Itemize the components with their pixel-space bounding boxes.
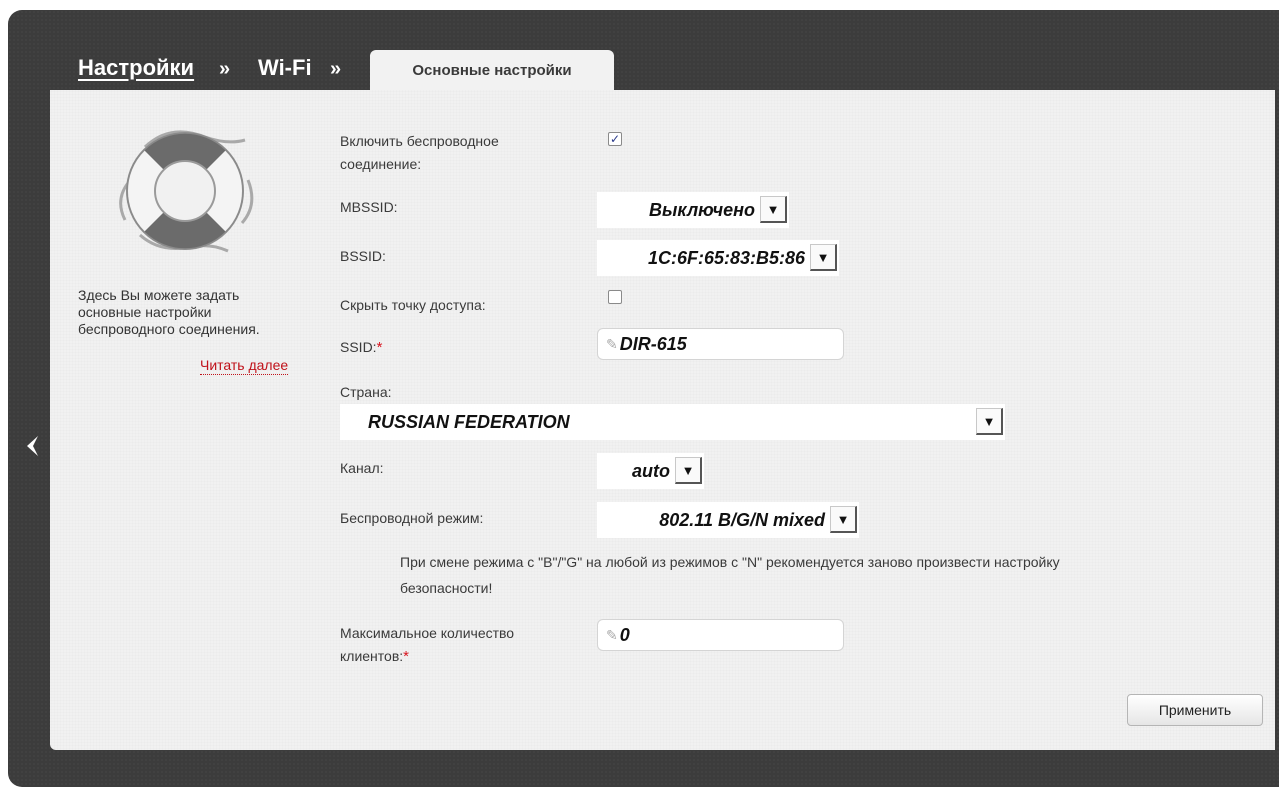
chevron-down-icon: ▼ <box>810 244 837 271</box>
breadcrumb-separator: » <box>330 58 342 80</box>
breadcrumb-settings-link[interactable]: Настройки <box>78 55 194 81</box>
chevron-down-icon: ▼ <box>760 196 787 223</box>
hide-ap-checkbox[interactable] <box>608 290 622 304</box>
tab-basic-settings[interactable]: Основные настройки <box>370 50 614 90</box>
wireless-mode-select[interactable]: 802.11 B/G/N mixed ▼ <box>597 502 859 538</box>
hide-ap-label: Скрыть точку доступа: <box>340 297 486 313</box>
enable-wireless-checkbox[interactable]: ✓ <box>608 132 622 146</box>
country-select[interactable]: RUSSIAN FEDERATION ▼ <box>340 404 1005 440</box>
country-label: Страна: <box>340 384 392 400</box>
bssid-label: BSSID: <box>340 248 386 264</box>
ssid-label: SSID:* <box>340 339 383 356</box>
sidebar-help-text: Здесь Вы можете задать основные настройк… <box>78 287 260 337</box>
mode-change-note: При смене режима с "B"/"G" на любой из р… <box>400 554 1060 596</box>
required-mark: * <box>403 648 410 665</box>
read-more-link[interactable]: Читать далее <box>200 357 289 375</box>
max-clients-input[interactable]: ✎ 0 <box>597 619 844 651</box>
wireless-mode-label: Беспроводной режим: <box>340 510 484 526</box>
channel-label: Канал: <box>340 460 384 476</box>
max-clients-label: Максимальное количество клиентов:* <box>340 625 515 665</box>
mbssid-label: MBSSID: <box>340 199 398 215</box>
required-mark: * <box>376 339 383 356</box>
ssid-input[interactable]: ✎ DIR-615 <box>597 328 844 360</box>
breadcrumb-separator: » <box>219 58 231 80</box>
pencil-icon: ✎ <box>606 626 618 643</box>
chevron-left-icon[interactable] <box>24 434 40 463</box>
apply-button[interactable]: Применить <box>1127 694 1263 726</box>
chevron-down-icon: ▼ <box>830 506 857 533</box>
pencil-icon: ✎ <box>606 335 618 352</box>
breadcrumb-wifi-link[interactable]: Wi-Fi <box>258 55 312 81</box>
chevron-down-icon: ▼ <box>675 457 702 484</box>
enable-wireless-label: Включить беспроводное соединение: <box>340 133 499 172</box>
chevron-down-icon: ▼ <box>976 408 1003 435</box>
bssid-select[interactable]: 1C:6F:65:83:B5:86 ▼ <box>597 240 839 276</box>
lifebuoy-icon <box>110 125 260 260</box>
mbssid-select[interactable]: Выключено ▼ <box>597 192 789 228</box>
channel-select[interactable]: auto ▼ <box>597 453 704 489</box>
